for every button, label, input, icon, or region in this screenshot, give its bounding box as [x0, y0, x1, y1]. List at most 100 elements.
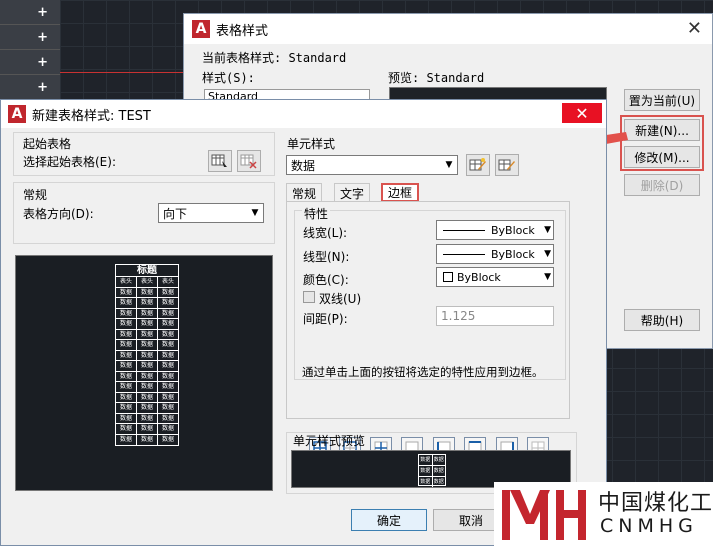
color-value: ByBlock: [457, 270, 501, 284]
data-cell: 数据: [116, 298, 137, 308]
data-cell: 数据: [161, 372, 174, 380]
table-row: 表头 表头 表头: [116, 277, 178, 288]
set-current-button[interactable]: 置为当前(U): [624, 89, 700, 111]
color-select[interactable]: ByBlock ▼: [436, 267, 554, 287]
lineweight-select[interactable]: ByBlock ▼: [436, 220, 554, 240]
data-cell: 数据: [116, 403, 137, 413]
ok-button[interactable]: 确定: [351, 509, 427, 531]
cell-preview-table: 数据 数据 数据 数据 数据 数据: [418, 454, 446, 487]
table-row: 数据 数据 数据: [116, 371, 178, 382]
double-line-checkbox[interactable]: [303, 291, 315, 303]
drawing-line: [60, 72, 190, 73]
expand-icon[interactable]: +: [37, 30, 48, 45]
data-cell: 数据: [137, 403, 158, 413]
manage-cell-style-button[interactable]: [495, 154, 519, 176]
data-cell: 数据: [116, 340, 137, 350]
expand-icon[interactable]: +: [37, 5, 48, 20]
styles-label: 样式(S):: [202, 71, 255, 85]
linetype-label: 线型(N):: [303, 250, 350, 264]
table-row: 数据 数据 数据: [116, 434, 178, 445]
linetype-value: ByBlock: [491, 247, 535, 261]
cell-style-select[interactable]: 数据 ▼: [286, 155, 458, 175]
palette-row[interactable]: +: [0, 25, 60, 50]
properties-title: 特性: [302, 205, 331, 222]
data-cell: 数据: [137, 298, 158, 308]
chevron-down-icon: ▼: [544, 272, 551, 282]
table-row: 数据 数据 数据: [116, 329, 178, 340]
linetype-select[interactable]: ByBlock ▼: [436, 244, 554, 264]
expand-icon[interactable]: +: [37, 80, 48, 95]
data-cell: 数据: [116, 287, 137, 297]
spacing-label: 间距(P):: [303, 312, 348, 326]
data-cell: 数据: [433, 457, 444, 463]
table-row: 数据 数据 数据: [116, 424, 178, 435]
lineweight-label: 线宽(L):: [303, 226, 348, 240]
table-select-icon: [211, 154, 227, 167]
table-row: 数据 数据 数据: [116, 319, 178, 330]
preview-table: 标题 表头 表头 表头 数据 数据 数据 数据 数据 数据 数据 数据 数据 数据 数据 数据 数据 数据…: [115, 264, 179, 446]
data-cell: 数据: [137, 413, 158, 423]
current-style-label: 当前表格样式: Standard: [202, 51, 347, 65]
palette-row[interactable]: +: [0, 50, 60, 75]
preview-label: 预览: Standard: [388, 71, 485, 85]
table-direction-label: 表格方向(D):: [23, 207, 94, 221]
title-bar: A 新建表格样式: TEST: [1, 100, 606, 128]
data-cell: 数据: [116, 434, 137, 445]
tool-palette: + + + +: [0, 0, 60, 100]
table-direction-value: 向下: [163, 206, 188, 221]
tab-text[interactable]: 文字: [334, 183, 371, 202]
data-cell: 数据: [137, 350, 158, 360]
cell-preview-title: 单元样式预览: [293, 434, 366, 448]
chevron-down-icon: ▼: [544, 249, 551, 259]
table-row: 数据 数据: [419, 477, 445, 487]
data-cell: 数据: [116, 329, 137, 339]
data-cell: 数据: [433, 479, 444, 485]
table-row: 数据 数据 数据: [116, 403, 178, 414]
close-button[interactable]: ✕: [687, 18, 702, 39]
expand-icon[interactable]: +: [37, 55, 48, 70]
data-cell: 数据: [137, 340, 158, 350]
palette-row[interactable]: +: [0, 75, 60, 100]
delete-button[interactable]: 删除(D): [624, 174, 700, 196]
data-cell: 数据: [161, 299, 174, 306]
palette-row[interactable]: +: [0, 0, 60, 25]
spacing-value: 1.125: [441, 309, 476, 323]
new-cell-style-icon: [469, 158, 486, 171]
create-cell-style-button[interactable]: [466, 154, 490, 176]
table-row: 数据 数据 数据: [116, 382, 178, 393]
header-cell: 表头: [161, 278, 174, 285]
color-label: 颜色(C):: [303, 273, 349, 287]
dialog-title: 新建表格样式: TEST: [32, 108, 151, 124]
tab-general[interactable]: 常规: [286, 183, 323, 202]
data-cell: 数据: [137, 319, 158, 329]
tab-borders[interactable]: 边框: [381, 183, 420, 202]
manage-cell-style-icon: [498, 159, 515, 171]
table-delete-icon: [240, 154, 257, 169]
header-cell: 表头: [137, 277, 158, 287]
header-cell: 表头: [116, 277, 137, 287]
data-cell: 数据: [137, 424, 158, 434]
data-cell: 数据: [419, 477, 433, 487]
cell-style-value: 数据: [291, 158, 316, 173]
watermark-logo-icon: [502, 490, 586, 540]
help-button[interactable]: 帮助(H): [624, 309, 700, 331]
close-button[interactable]: ✕: [562, 103, 602, 123]
double-line-label: 双线(U): [319, 292, 362, 306]
spacing-input[interactable]: 1.125: [436, 306, 554, 326]
watermark-en: CNMHG: [600, 515, 698, 537]
data-cell: 数据: [161, 341, 174, 348]
table-row: 数据 数据 数据: [116, 308, 178, 319]
remove-table-button[interactable]: [237, 150, 261, 172]
autocad-logo-icon: A: [192, 20, 210, 38]
table-direction-select[interactable]: 向下 ▼: [158, 203, 264, 223]
line-sample: [443, 253, 485, 255]
general-title: 常规: [23, 188, 48, 202]
preview-data-rows: 数据 数据 数据 数据 数据 数据 数据 数据 数据 数据 数据 数据 数据 数据 数据 数据 数据 数据 数据 数据…: [116, 287, 178, 445]
data-cell: 数据: [116, 413, 137, 423]
autocad-logo-icon: A: [8, 105, 26, 123]
data-cell: 数据: [116, 308, 137, 318]
data-cell: 数据: [161, 330, 174, 338]
cell-style-title: 单元样式: [287, 137, 336, 151]
chevron-down-icon: ▼: [445, 160, 453, 170]
select-table-button[interactable]: [208, 150, 232, 172]
